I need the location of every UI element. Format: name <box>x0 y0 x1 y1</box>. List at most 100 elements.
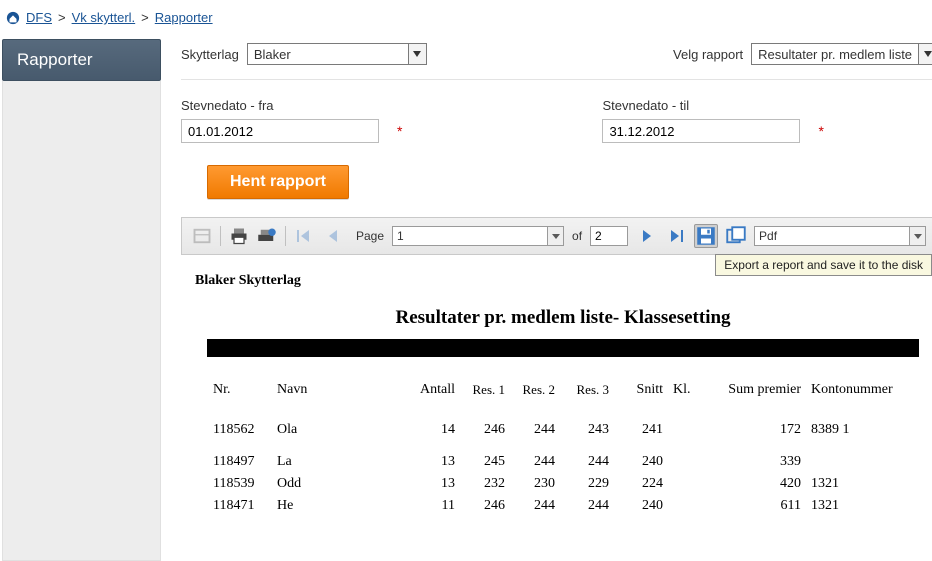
col-sum: Sum premier <box>717 382 807 398</box>
col-res2: Res. 2 <box>515 382 561 398</box>
chevron-down-icon[interactable] <box>909 227 925 245</box>
date-from-input[interactable] <box>181 119 379 143</box>
required-marker: * <box>397 123 402 139</box>
cell-antall: 11 <box>411 498 461 514</box>
page-count-field <box>590 226 628 246</box>
date-to-input[interactable] <box>602 119 800 143</box>
cell-r3: 229 <box>565 476 615 492</box>
cell-r1: 245 <box>465 454 511 470</box>
report-title: Resultater pr. medlem liste- Klassesetti… <box>195 307 931 329</box>
col-navn: Navn <box>277 382 407 398</box>
velg-rapport-label: Velg rapport <box>673 47 743 62</box>
breadcrumb-sep: > <box>58 10 66 25</box>
cell-konto: 1321 <box>811 498 911 514</box>
chevron-down-icon[interactable] <box>918 44 932 64</box>
cell-r2: 244 <box>515 498 561 514</box>
breadcrumb: DFS > Vk skytterl. > Rapporter <box>0 0 932 39</box>
filter-row: Skytterlag Blaker Velg rapport Resultate… <box>181 39 932 80</box>
col-antall: Antall <box>411 382 461 398</box>
cell-r3: 244 <box>565 454 615 470</box>
date-to-label: Stevnedato - til <box>602 98 823 113</box>
cell-nr: 118497 <box>213 454 273 470</box>
of-label: of <box>572 229 582 243</box>
col-nr: Nr. <box>213 382 273 398</box>
cell-kl <box>673 476 713 492</box>
cell-r2: 244 <box>515 422 561 438</box>
hent-rapport-button[interactable]: Hent rapport <box>207 165 349 199</box>
cell-konto: 8389 1 <box>811 422 911 438</box>
print-icon[interactable] <box>229 226 249 246</box>
cell-antall: 13 <box>411 454 461 470</box>
cell-snitt: 240 <box>619 454 669 470</box>
cell-r1: 246 <box>465 422 511 438</box>
cell-kl <box>673 498 713 514</box>
breadcrumb-item-rapporter[interactable]: Rapporter <box>155 10 213 25</box>
date-row: Stevnedato - fra * Stevnedato - til * <box>181 80 932 143</box>
next-page-icon[interactable] <box>636 226 656 246</box>
home-icon[interactable] <box>6 11 20 25</box>
cell-antall: 14 <box>411 422 461 438</box>
cell-konto <box>811 454 911 470</box>
cell-sum: 420 <box>717 476 807 492</box>
col-res1: Res. 1 <box>465 382 511 398</box>
cell-snitt: 224 <box>619 476 669 492</box>
cell-r3: 244 <box>565 498 615 514</box>
cell-konto: 1321 <box>811 476 911 492</box>
report-black-bar <box>207 339 919 357</box>
cell-navn: La <box>277 454 407 470</box>
cell-kl <box>673 454 713 470</box>
last-page-icon[interactable] <box>666 226 686 246</box>
page-number-value: 1 <box>393 227 547 245</box>
velg-rapport-select[interactable]: Resultater pr. medlem liste <box>751 43 932 65</box>
chevron-down-icon[interactable] <box>408 44 426 64</box>
save-tooltip: Export a report and save it to the disk <box>715 254 932 276</box>
skytterlag-value: Blaker <box>248 44 408 64</box>
cell-navn: Ola <box>277 422 407 438</box>
report-body: Blaker Skytterlag Resultater pr. medlem … <box>181 255 932 517</box>
col-snitt: Snitt <box>619 382 669 398</box>
cell-nr: 118562 <box>213 422 273 438</box>
cell-r3: 243 <box>565 422 615 438</box>
chevron-down-icon[interactable] <box>547 227 563 245</box>
sidebar-body <box>2 81 161 561</box>
cell-sum: 339 <box>717 454 807 470</box>
main: Skytterlag Blaker Velg rapport Resultate… <box>163 39 932 561</box>
date-from-label: Stevnedato - fra <box>181 98 402 113</box>
toggle-parameters-icon[interactable] <box>192 226 212 246</box>
table-row: 118562 Ola 14 246 244 243 241 172 8389 1 <box>195 419 931 441</box>
sidebar: Rapporter <box>0 39 163 561</box>
cell-r2: 230 <box>515 476 561 492</box>
required-marker: * <box>818 123 823 139</box>
toolbar-divider <box>220 226 221 246</box>
cell-snitt: 241 <box>619 422 669 438</box>
velg-rapport-value: Resultater pr. medlem liste <box>752 44 918 64</box>
print-all-icon[interactable] <box>257 226 277 246</box>
cell-nr: 118471 <box>213 498 273 514</box>
cell-sum: 611 <box>717 498 807 514</box>
save-icon[interactable] <box>694 224 718 248</box>
table-row: 118471 He 11 246 244 244 240 611 1321 <box>195 495 931 517</box>
breadcrumb-item-vk[interactable]: Vk skytterl. <box>72 10 136 25</box>
cell-snitt: 240 <box>619 498 669 514</box>
cell-r2: 244 <box>515 454 561 470</box>
cell-navn: He <box>277 498 407 514</box>
table-header-row: Nr. Navn Antall Res. 1 Res. 2 Res. 3 Sni… <box>195 379 931 401</box>
skytterlag-select[interactable]: Blaker <box>247 43 427 65</box>
export-format-select[interactable]: Pdf <box>754 226 926 246</box>
open-window-icon[interactable] <box>726 226 746 246</box>
report-table: Nr. Navn Antall Res. 1 Res. 2 Res. 3 Sni… <box>195 379 931 517</box>
col-kl: Kl. <box>673 382 713 398</box>
breadcrumb-sep: > <box>141 10 149 25</box>
toolbar-divider <box>285 226 286 246</box>
first-page-icon[interactable] <box>294 226 314 246</box>
table-row: 118539 Odd 13 232 230 229 224 420 1321 <box>195 473 931 495</box>
sidebar-title: Rapporter <box>2 39 161 81</box>
cell-kl <box>673 422 713 438</box>
report-toolbar: Page 1 of Pdf <box>181 217 932 255</box>
page-number-select[interactable]: 1 <box>392 226 564 246</box>
page-label: Page <box>352 229 384 243</box>
prev-page-icon[interactable] <box>324 226 344 246</box>
cell-r1: 246 <box>465 498 511 514</box>
breadcrumb-item-dfs[interactable]: DFS <box>26 10 52 25</box>
cell-r1: 232 <box>465 476 511 492</box>
